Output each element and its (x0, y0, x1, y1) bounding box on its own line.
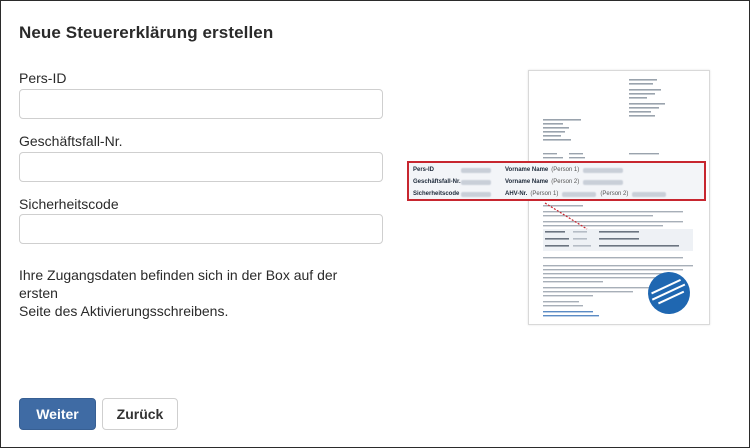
callout-ahv-label: AHV-Nr. (505, 191, 528, 197)
hint-line-1: Ihre Zugangsdaten befinden sich in der B… (19, 267, 338, 301)
access-data-hint: Ihre Zugangsdaten befinden sich in der B… (19, 266, 379, 320)
callout-security-code-label: Sicherheitscode (413, 191, 460, 197)
business-case-label: Geschäftsfall-Nr. (19, 133, 123, 149)
pers-id-label: Pers-ID (19, 70, 67, 86)
callout-name-label-2: Vorname Name (505, 179, 549, 185)
callout-person-1: (Person 1) (551, 167, 580, 173)
callout-ahv-person-1: (Person 1) (530, 191, 559, 197)
callout-row-pers-id: Pers-ID Vorname Name (Person 1) (413, 165, 700, 175)
blurred-value (583, 167, 624, 173)
create-tax-return-dialog: Neue Steuererklärung erstellen Pers-ID G… (0, 0, 750, 448)
hint-line-2: Seite des Aktivierungsschreibens. (19, 303, 229, 319)
blurred-value (632, 191, 667, 197)
blurred-value (461, 167, 491, 173)
callout-name-label-1: Vorname Name (505, 167, 549, 173)
callout-person-2: (Person 2) (551, 179, 580, 185)
callout-row-business-case: Geschäftsfall-Nr. Vorname Name (Person 2… (413, 177, 700, 187)
blurred-value (562, 191, 597, 197)
callout-business-case-label: Geschäftsfall-Nr. (413, 179, 461, 185)
continue-button[interactable]: Weiter (19, 398, 96, 430)
pers-id-input[interactable] (19, 89, 383, 119)
blurred-value (461, 179, 491, 185)
back-button[interactable]: Zurück (102, 398, 178, 430)
security-code-input[interactable] (19, 214, 383, 244)
business-case-input[interactable] (19, 152, 383, 182)
credentials-box-highlight: Pers-ID Vorname Name (Person 1) Geschäft… (407, 161, 706, 201)
blurred-value (583, 179, 624, 185)
callout-row-security-code: Sicherheitscode AHV-Nr. (Person 1) (Pers… (413, 189, 700, 199)
blurred-value (461, 191, 491, 197)
security-code-label: Sicherheitscode (19, 196, 119, 212)
dialog-title: Neue Steuererklärung erstellen (19, 23, 274, 42)
callout-ahv-person-2: (Person 2) (600, 191, 629, 197)
callout-pers-id-label: Pers-ID (413, 167, 435, 173)
